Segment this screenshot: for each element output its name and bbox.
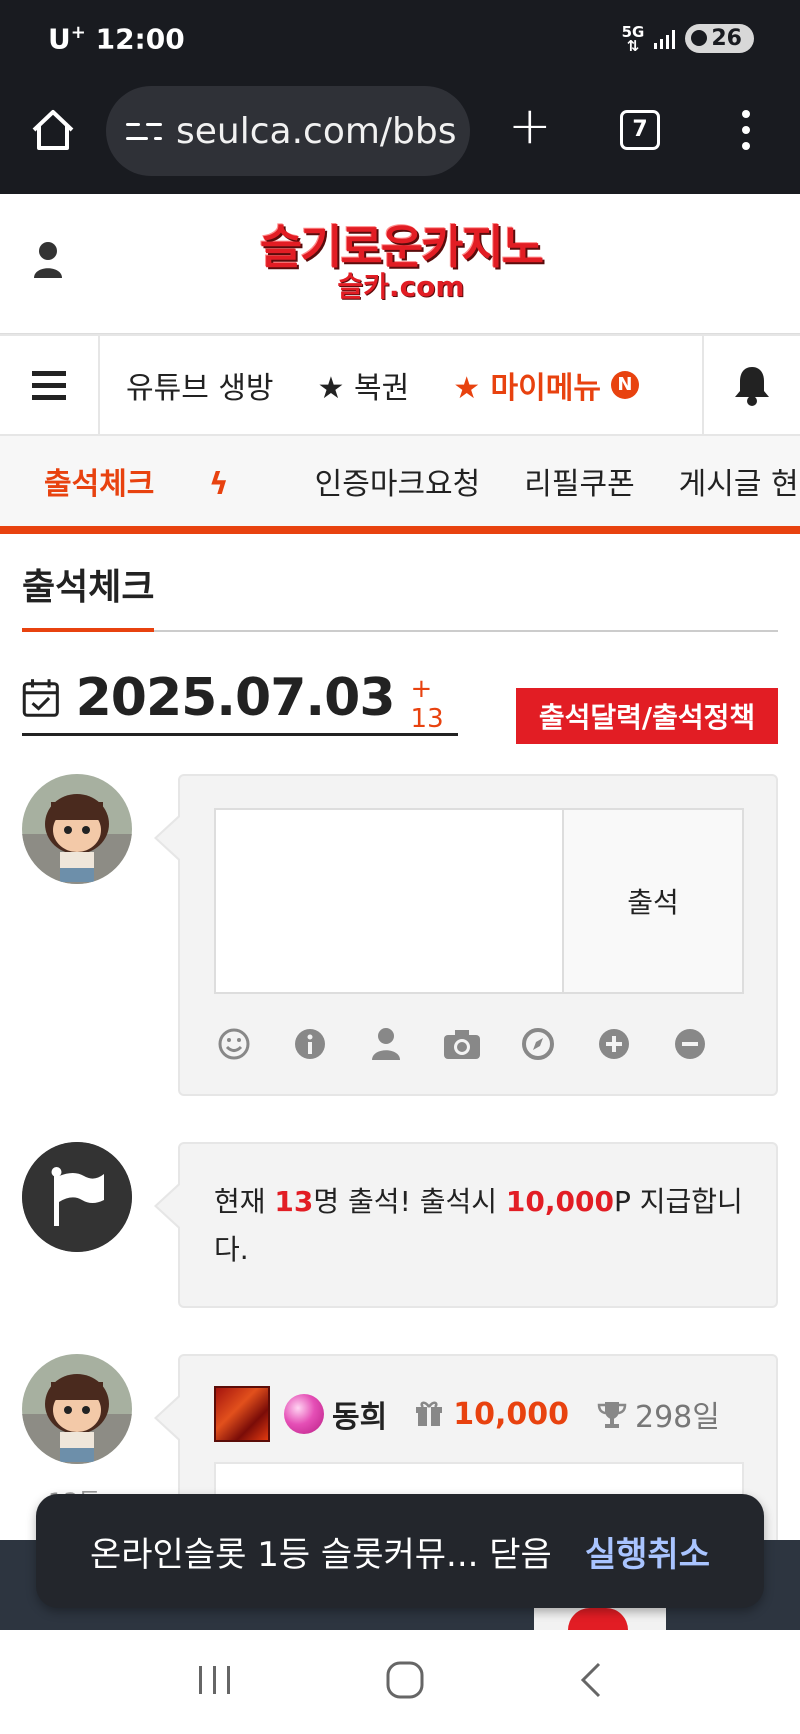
tab-switcher-button[interactable]: 7 [620, 110, 660, 150]
carrier-label: U+ 12:00 [48, 22, 185, 56]
tab-verification-request[interactable]: 인증마크요청 [315, 459, 481, 503]
home-circle-icon [386, 1661, 424, 1699]
attendance-notice-text: 현재 13명 출석! 출석시 10,000P 지급합니다. [214, 1185, 743, 1266]
entry-days: 298일 [634, 1400, 720, 1435]
back-button[interactable] [575, 1660, 605, 1704]
logo-main-text: 슬기로운카지노 [259, 220, 544, 274]
logo-sub-text: 슬카.com [337, 270, 465, 303]
status-bar: U+ 12:00 5G ⇅ 26 [0, 0, 800, 82]
main-nav: 유튜브 생방 ★ 복권 ★ 마이메뉴 N [0, 334, 800, 436]
date-delta: + 13 [410, 673, 444, 734]
site-logo[interactable]: 슬기로운카지노 슬카.com [238, 222, 564, 302]
attendance-calendar-button[interactable]: 출석달력/출석정책 [516, 688, 778, 744]
avatar[interactable] [22, 1354, 132, 1464]
gift-icon [416, 1401, 443, 1426]
flag-avatar [22, 1142, 132, 1252]
nav-item-lottery[interactable]: ★ 복권 [318, 363, 410, 407]
recent-apps-icon [198, 1666, 230, 1694]
date-row: 2025.07.03 + 13 [22, 662, 458, 736]
site-header: 슬기로운카지노 슬카.com [0, 194, 800, 334]
page-title: 출석체크 [22, 558, 155, 632]
site-settings-icon[interactable] [126, 117, 162, 145]
compass-icon[interactable] [518, 1024, 558, 1064]
snackbar: 온라인슬롯 1등 슬롯커뮤... 닫음 실행취소 [36, 1494, 764, 1608]
system-navigation-bar [0, 1630, 800, 1734]
back-icon [581, 1662, 601, 1698]
url-text: seulca.com/bbs [176, 110, 457, 152]
address-bar[interactable]: seulca.com/bbs [106, 86, 470, 176]
minus-circle-icon[interactable] [670, 1024, 710, 1064]
level-badge-icon [214, 1386, 270, 1442]
nav-item-youtube-live[interactable]: 유튜브 생방 [126, 363, 274, 407]
clock: 12:00 [95, 22, 185, 56]
floating-widget[interactable] [534, 1606, 666, 1630]
nav-item-my-menu[interactable]: ★ 마이메뉴 N [453, 363, 639, 407]
sub-nav: 출석체크 ϟ 인증마크요청 리필쿠폰 게시글 현황 [0, 436, 800, 534]
notification-bell-icon[interactable] [702, 336, 800, 434]
hamburger-menu-icon[interactable] [0, 336, 100, 434]
recent-apps-button[interactable] [195, 1662, 235, 1702]
user-icon[interactable] [366, 1024, 406, 1064]
attendance-notice-card: 현재 13명 출석! 출석시 10,000P 지급합니다. [154, 1142, 778, 1308]
tab-attendance[interactable]: 출석체크 ϟ [44, 459, 273, 503]
browser-toolbar: seulca.com/bbs + 7 [0, 82, 800, 194]
attendance-comment-input[interactable] [214, 808, 564, 994]
attendance-date: 2025.07.03 [75, 667, 396, 728]
bolt-icon: ϟ [208, 467, 229, 502]
battery-indicator: 26 [685, 24, 754, 53]
home-button[interactable] [30, 108, 76, 156]
camera-icon[interactable] [442, 1024, 482, 1064]
browser-menu-button[interactable] [740, 110, 752, 150]
undo-button[interactable]: 실행취소 [585, 1527, 710, 1576]
new-badge: N [610, 371, 639, 399]
tab-post-status[interactable]: 게시글 현황 [679, 459, 800, 503]
signal-icon [654, 29, 676, 49]
network-5g-icon: 5G ⇅ [621, 22, 645, 55]
home-nav-button[interactable] [384, 1659, 426, 1705]
page-title-row: 출석체크 [22, 558, 778, 632]
user-icon[interactable] [32, 240, 64, 284]
trophy-icon [597, 1402, 627, 1428]
smile-icon[interactable] [214, 1024, 254, 1064]
tab-refill-coupon[interactable]: 리필쿠폰 [524, 459, 634, 503]
entry-points: 10,000 [453, 1396, 569, 1432]
info-icon[interactable] [290, 1024, 330, 1064]
plus-circle-icon[interactable] [594, 1024, 634, 1064]
snackbar-message: 온라인슬롯 1등 슬롯커뮤... 닫음 [90, 1534, 552, 1575]
attendance-form-card: 출석 [154, 774, 778, 1096]
gem-icon [284, 1394, 324, 1434]
home-icon [32, 110, 74, 150]
attendance-submit-button[interactable]: 출석 [564, 808, 744, 994]
new-tab-button[interactable]: + [508, 100, 552, 152]
avatar[interactable] [22, 774, 132, 884]
calendar-check-icon [22, 678, 59, 717]
entry-nickname[interactable]: 동희 [332, 1392, 387, 1436]
